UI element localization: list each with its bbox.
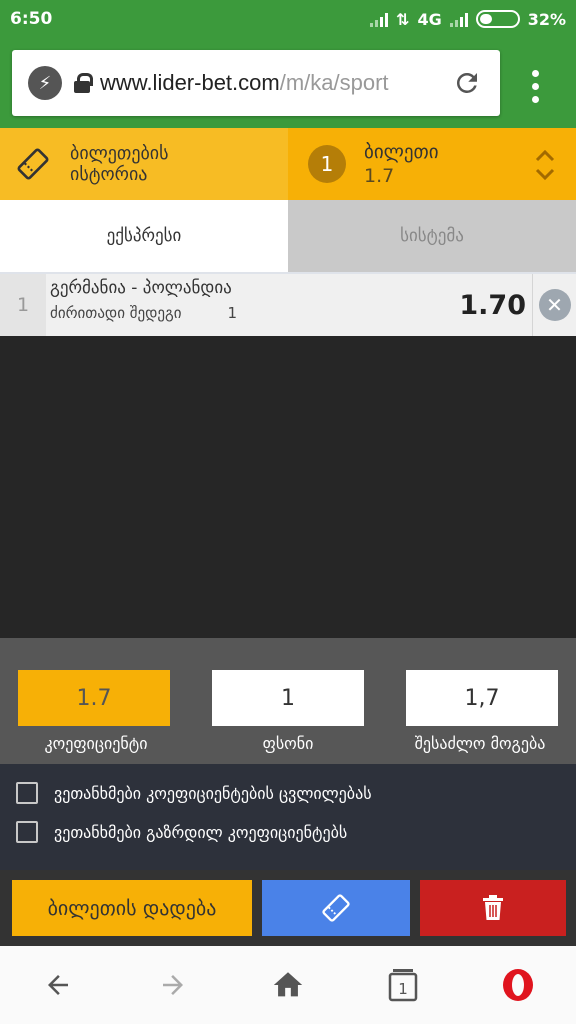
arrow-right-icon: [162, 975, 183, 995]
url-path: /m/ka/sport: [279, 70, 389, 95]
bet-type-tabs: ექსპრესი სისტემა: [0, 200, 576, 272]
ticket-icon: [17, 148, 49, 180]
remove-bet-button[interactable]: ✕: [532, 274, 576, 336]
ticket-total-odds: 1.7: [364, 165, 395, 187]
ticket-icon: [322, 894, 350, 922]
tabs-button[interactable]: 1: [373, 955, 433, 1015]
address-bar[interactable]: ⚡ www.lider-bet.com/m/ka/sport: [12, 50, 500, 116]
ticket-history-label: ბილეთების ისტორია: [70, 143, 169, 185]
tab-express[interactable]: ექსპრესი: [0, 200, 288, 272]
url-host: www.lider-bet.com: [100, 70, 280, 95]
tab-system[interactable]: სისტემა: [288, 200, 576, 272]
opera-menu-button[interactable]: [488, 955, 548, 1015]
network-type: 4G: [417, 9, 442, 29]
ticket-button[interactable]: [262, 880, 410, 936]
battery-icon: [475, 10, 520, 28]
forward-button[interactable]: [143, 955, 203, 1015]
browser-toolbar: ⚡ www.lider-bet.com/m/ka/sport: [0, 38, 576, 128]
ticket-label: ბილეთი: [364, 141, 439, 163]
accept-changes-row[interactable]: ვეთანხმები კოეფიციენტების ცვლილებას: [16, 782, 372, 804]
accept-increased-label: ვეთანხმები გაზრდილ კოეფიციენტებს: [54, 822, 348, 842]
possible-win-label: შესაძლო მოგება: [414, 734, 546, 753]
ticket-history-button[interactable]: ბილეთების ისტორია: [0, 128, 288, 200]
back-button[interactable]: [28, 955, 88, 1015]
lightning-icon[interactable]: ⚡: [28, 66, 62, 100]
expand-collapse-icon[interactable]: [534, 146, 556, 184]
bet-odds: 1.70: [459, 289, 526, 321]
signal-icon-2: [449, 11, 468, 27]
accept-changes-label: ვეთანხმები კოეფიციენტების ცვლილებას: [54, 783, 372, 803]
battery-level: 32%: [527, 9, 566, 29]
ticket-count-badge: 1: [308, 145, 346, 183]
lock-icon: [74, 73, 93, 93]
signal-icon: [370, 11, 389, 27]
trash-icon: [483, 895, 503, 920]
accept-changes-checkbox[interactable]: [16, 782, 38, 804]
stake-panel: 1.7 1 1,7 კოეფიციენტი ფსონი შესაძლო მოგე…: [0, 638, 576, 764]
browser-bottom-nav: 1: [0, 946, 576, 1024]
home-button[interactable]: [258, 955, 318, 1015]
status-bar: 6:50 ⇅ 4G 32%: [0, 0, 576, 38]
place-bet-button[interactable]: ბილეთის დადება: [12, 880, 252, 936]
close-icon: ✕: [538, 289, 571, 321]
ticket-header: ბილეთების ისტორია 1 ბილეთი 1.7: [0, 128, 576, 200]
stake-label: ფსონი: [262, 734, 314, 753]
agreements-panel: ვეთანხმები კოეფიციენტების ცვლილებას ვეთა…: [0, 764, 576, 870]
stake-input[interactable]: 1: [212, 670, 364, 726]
accept-increased-row[interactable]: ვეთანხმები გაზრდილ კოეფიციენტებს: [16, 821, 347, 843]
reload-icon[interactable]: [452, 68, 482, 98]
tabs-count: 1: [398, 980, 408, 998]
odds-label: კოეფიციენტი: [44, 734, 148, 753]
overflow-menu-icon[interactable]: [532, 70, 542, 103]
selection-value: 1: [227, 304, 238, 322]
bet-index: 1: [0, 274, 46, 336]
delete-ticket-button[interactable]: [420, 880, 566, 936]
home-icon: [273, 972, 303, 997]
odds-value-box: 1.7: [18, 670, 170, 726]
current-ticket-tab[interactable]: 1 ბილეთი 1.7: [288, 128, 576, 200]
status-time: 6:50: [10, 9, 53, 29]
possible-win-box: 1,7: [406, 670, 558, 726]
bet-row: 1 გერმანია - პოლანდია ძირითადი შედეგი 1 …: [0, 272, 576, 336]
actions-bar: ბილეთის დადება: [0, 870, 576, 946]
match-name: გერმანია - პოლანდია: [50, 278, 232, 298]
market-name: ძირითადი შედეგი: [50, 304, 182, 322]
data-transfer-icon: ⇅: [396, 9, 410, 29]
opera-logo-icon: [503, 969, 534, 1001]
tabs-icon: 1: [388, 969, 418, 1002]
arrow-left-icon: [47, 975, 68, 995]
accept-increased-checkbox[interactable]: [16, 821, 38, 843]
url-text[interactable]: www.lider-bet.com/m/ka/sport: [100, 70, 389, 96]
